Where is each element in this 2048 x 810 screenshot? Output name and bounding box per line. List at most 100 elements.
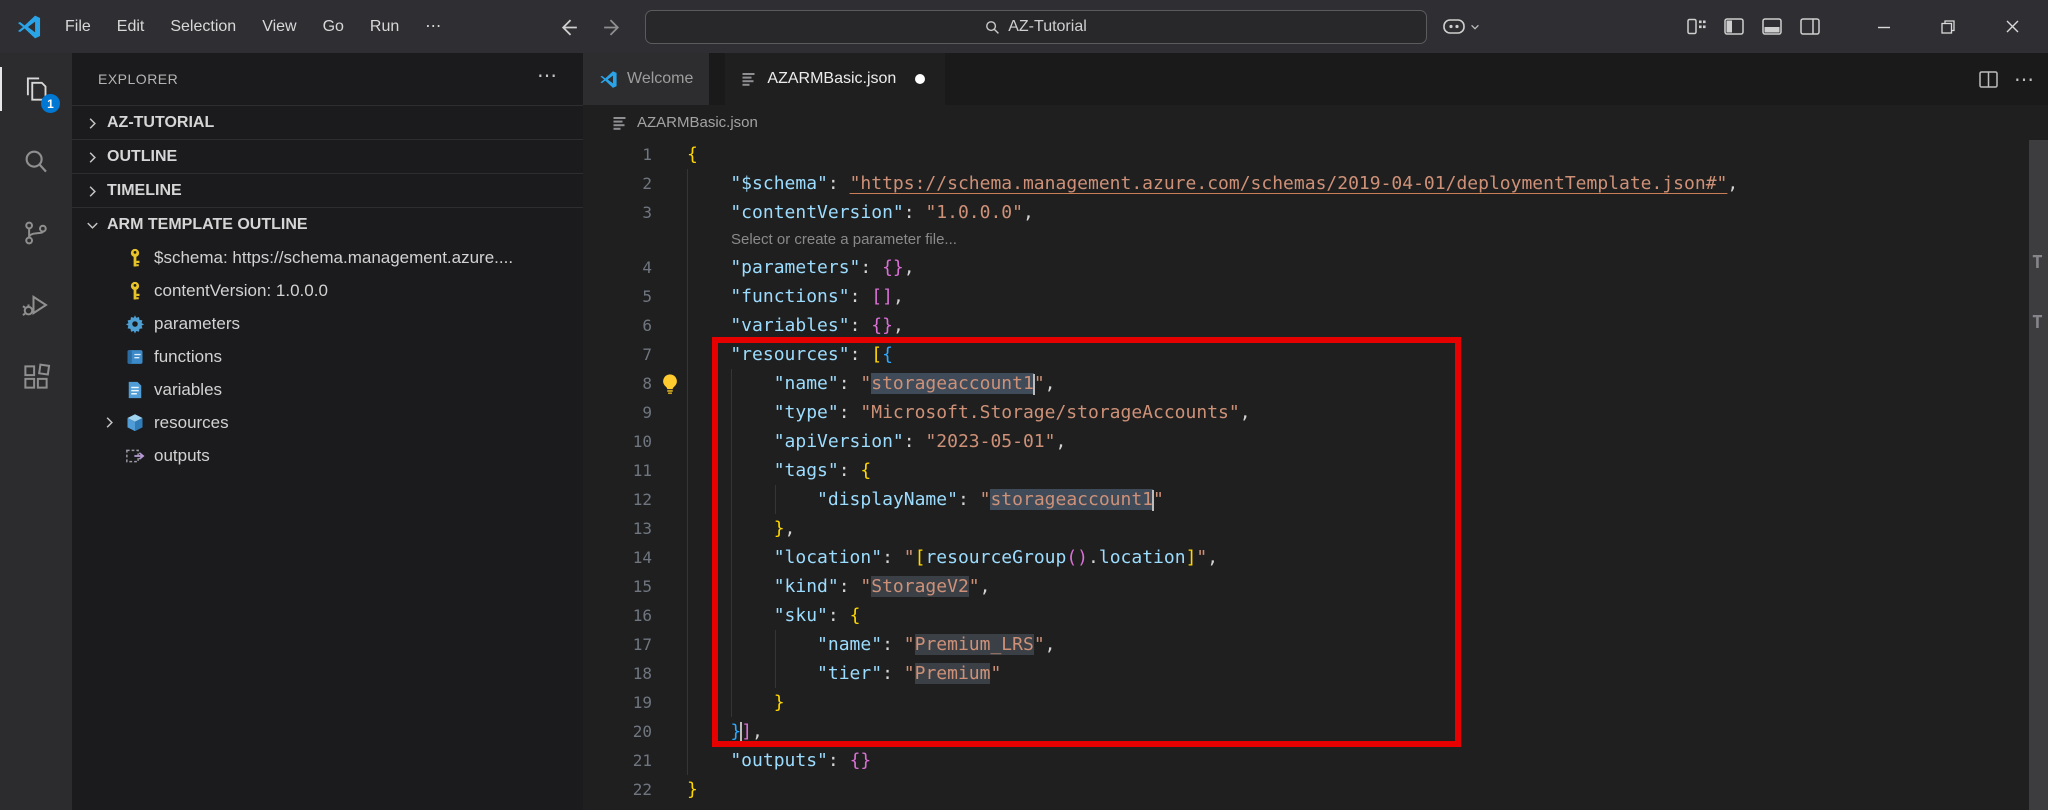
restore-button[interactable]: [1916, 0, 1980, 53]
line-number: 14: [583, 543, 652, 572]
breadcrumb[interactable]: AZARMBasic.json: [583, 105, 2048, 140]
split-editor-icon: [1979, 71, 1998, 88]
minimize-button[interactable]: [1852, 0, 1916, 53]
code-line-1[interactable]: 1{: [583, 140, 2029, 169]
vscode-window: FileEditSelectionViewGoRun⋯ AZ-Tutorial: [0, 0, 2048, 810]
toggle-panel-icon: [1762, 18, 1782, 35]
activity-bar: 1: [0, 53, 72, 810]
code-line-4[interactable]: 4 "parameters": {},: [583, 253, 2029, 282]
more-actions-button[interactable]: ⋯: [2014, 67, 2034, 92]
chevron-down-icon: [84, 217, 101, 234]
scroll-icon: [122, 347, 148, 367]
line-number: 6: [583, 311, 652, 340]
line-number: 11: [583, 456, 652, 485]
json-file-icon: [612, 115, 629, 131]
arm-template-outline-items: $schema: https://schema.management.azure…: [72, 241, 583, 472]
line-number: 12: [583, 485, 652, 514]
menu-edit[interactable]: Edit: [104, 18, 158, 35]
tab-welcome[interactable]: Welcome: [583, 53, 710, 105]
line-number: 10: [583, 427, 652, 456]
outline-item-label: variables: [154, 380, 222, 400]
scrollbar-mark: T: [2032, 252, 2043, 273]
unsaved-dot[interactable]: [915, 74, 925, 84]
toggle-panel-button[interactable]: [1758, 0, 1786, 53]
activity-item-search[interactable]: [0, 125, 72, 197]
outline-item-variables[interactable]: variables: [72, 373, 583, 406]
outline-item-$schema[interactable]: $schema: https://schema.management.azure…: [72, 241, 583, 274]
line-number: 1: [583, 140, 652, 169]
sidebar-section-timeline[interactable]: TIMELINE: [72, 173, 583, 208]
menu-run[interactable]: Run: [357, 18, 412, 35]
gutter-decoration: [652, 427, 687, 456]
section-label: ARM TEMPLATE OUTLINE: [107, 216, 308, 234]
code-line-3[interactable]: 3 "contentVersion": "1.0.0.0",: [583, 198, 2029, 227]
line-number: 20: [583, 717, 652, 746]
outline-item-outputs[interactable]: outputs: [72, 439, 583, 472]
menu-[interactable]: ⋯: [412, 18, 454, 35]
gutter-decoration: [652, 746, 687, 775]
code-line-22[interactable]: 22}: [583, 775, 2029, 804]
document-icon: [122, 380, 148, 400]
chevron-right-icon: [96, 414, 122, 431]
code-line-2[interactable]: 2 "$schema": "https://schema.management.…: [583, 169, 2029, 198]
key-icon: [122, 281, 148, 301]
line-number: 3: [583, 198, 652, 227]
codelens-parameter-file[interactable]: Select or create a parameter file...: [583, 227, 2029, 253]
outline-item-contentVersion[interactable]: contentVersion: 1.0.0.0: [72, 274, 583, 307]
outline-item-functions[interactable]: functions: [72, 340, 583, 373]
menu-file[interactable]: File: [52, 18, 104, 35]
nav-back-button[interactable]: [556, 14, 582, 40]
line-number: 8: [583, 369, 652, 398]
copilot-button[interactable]: [1442, 0, 1481, 53]
line-number: 9: [583, 398, 652, 427]
close-icon: [2005, 19, 2020, 34]
line-number: 21: [583, 746, 652, 775]
toggle-secondary-sidebar-button[interactable]: [1796, 0, 1824, 53]
command-center-search[interactable]: AZ-Tutorial: [645, 10, 1427, 44]
sidebar-header: EXPLORER ⋯: [72, 53, 583, 105]
lightbulb-icon[interactable]: [652, 369, 687, 398]
line-number: 18: [583, 659, 652, 688]
gear-icon: [122, 314, 148, 334]
code-line-6[interactable]: 6 "variables": {},: [583, 311, 2029, 340]
code-text: "$schema": "https://schema.management.az…: [687, 169, 1738, 198]
sidebar-more-actions-button[interactable]: ⋯: [537, 63, 557, 88]
extensions-icon: [21, 362, 51, 392]
activity-item-explorer[interactable]: 1: [0, 53, 72, 125]
gutter-decoration: [652, 572, 687, 601]
code-line-21[interactable]: 21 "outputs": {}: [583, 746, 2029, 775]
gutter-decoration: [652, 601, 687, 630]
explorer-sidebar: EXPLORER ⋯ AZ-TUTORIALOUTLINE TIMELINE ARM…: [72, 53, 583, 810]
editor-scrollbar[interactable]: [2029, 140, 2048, 810]
code-line-5[interactable]: 5 "functions": [],: [583, 282, 2029, 311]
gutter-decoration: [652, 543, 687, 572]
gutter-decoration: [652, 717, 687, 746]
outline-item-resources[interactable]: resources: [72, 406, 583, 439]
sidebar-section-outline[interactable]: OUTLINE: [72, 139, 583, 174]
sidebar-section-arm-template-outline[interactable]: ARM TEMPLATE OUTLINE: [72, 207, 583, 242]
menu-go[interactable]: Go: [310, 18, 357, 35]
customize-layout-button[interactable]: [1682, 0, 1710, 53]
split-editor-button[interactable]: [1979, 71, 1998, 88]
section-label: TIMELINE: [107, 182, 182, 200]
gutter-decoration: [652, 775, 687, 804]
close-button[interactable]: [1980, 0, 2044, 53]
line-number: 22: [583, 775, 652, 804]
menu-view[interactable]: View: [249, 18, 309, 35]
gutter-decoration: [652, 456, 687, 485]
toggle-primary-sidebar-button[interactable]: [1720, 0, 1748, 53]
gutter-decoration: [652, 311, 687, 340]
activity-item-extensions[interactable]: [0, 341, 72, 413]
cube-icon: [122, 413, 148, 433]
chevron-down-icon: [1469, 21, 1481, 33]
minimize-icon: [1876, 19, 1892, 35]
activity-item-source-control[interactable]: [0, 197, 72, 269]
outline-item-parameters[interactable]: parameters: [72, 307, 583, 340]
nav-forward-button[interactable]: [598, 14, 624, 40]
sidebar-section-az-tutorial[interactable]: AZ-TUTORIAL: [72, 105, 583, 140]
menu-selection[interactable]: Selection: [157, 18, 249, 35]
code-text: "variables": {},: [687, 311, 904, 340]
tab-azarmbasic-json[interactable]: AZARMBasic.json: [725, 53, 946, 105]
tabs: Welcome AZARMBasic.json: [583, 53, 946, 105]
activity-item-run-debug[interactable]: [0, 269, 72, 341]
